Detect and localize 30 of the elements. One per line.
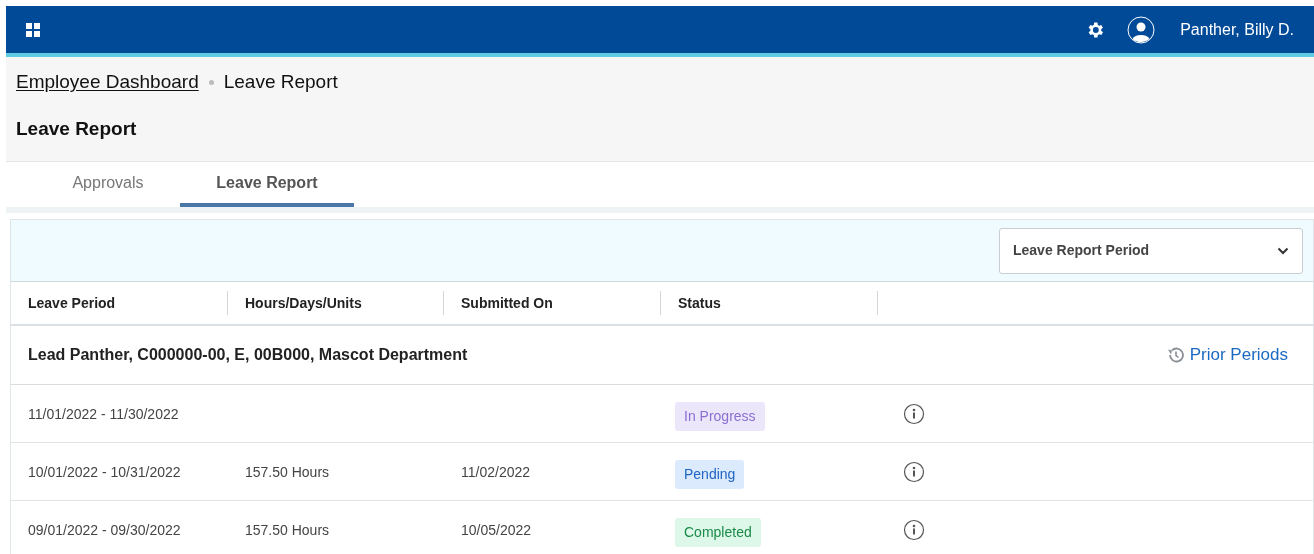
table-cell: 09/01/2022 - 09/30/2022 [28,521,181,538]
tab[interactable]: Leave Report [180,162,354,207]
user-avatar-icon[interactable] [1127,15,1156,44]
group-label: Lead Panther, C000000-00, E, 00B000, Mascot Department [28,345,469,365]
table-cell: 157.50 Hours [245,521,330,538]
prior-periods-link[interactable]: Prior Periods [1165,342,1288,368]
column-header: Status [678,293,721,313]
status-badge: Completed [675,518,761,547]
chevron-down-icon [1277,246,1289,255]
info-icon[interactable] [903,518,925,541]
period-dropdown[interactable]: Leave Report Period [999,227,1303,274]
table-cell: 11/02/2022 [461,463,531,480]
table-cell: 11/01/2022 - 11/30/2022 [28,405,179,422]
breadcrumb-current: Leave Report [223,69,338,94]
breadcrumb-separator [208,79,214,85]
info-icon[interactable] [903,460,925,483]
apps-grid-icon[interactable] [26,22,40,37]
status-badge: Pending [675,460,745,489]
status-badge: In Progress [675,402,765,431]
info-icon[interactable] [903,402,925,425]
table-cell: 10/01/2022 - 10/31/2022 [28,463,181,480]
column-header: Submitted On [461,293,553,313]
column-header: Leave Period [28,293,116,313]
breadcrumb-link[interactable]: Employee Dashboard [16,67,199,97]
tab[interactable]: Approvals [36,162,180,207]
table-cell: 10/05/2022 [461,521,532,538]
table-cell: 157.50 Hours [245,463,330,480]
page-title: Leave Report [16,117,138,141]
column-header: Hours/Days/Units [245,293,362,313]
user-name[interactable]: Panther, Billy D. [1180,17,1294,42]
